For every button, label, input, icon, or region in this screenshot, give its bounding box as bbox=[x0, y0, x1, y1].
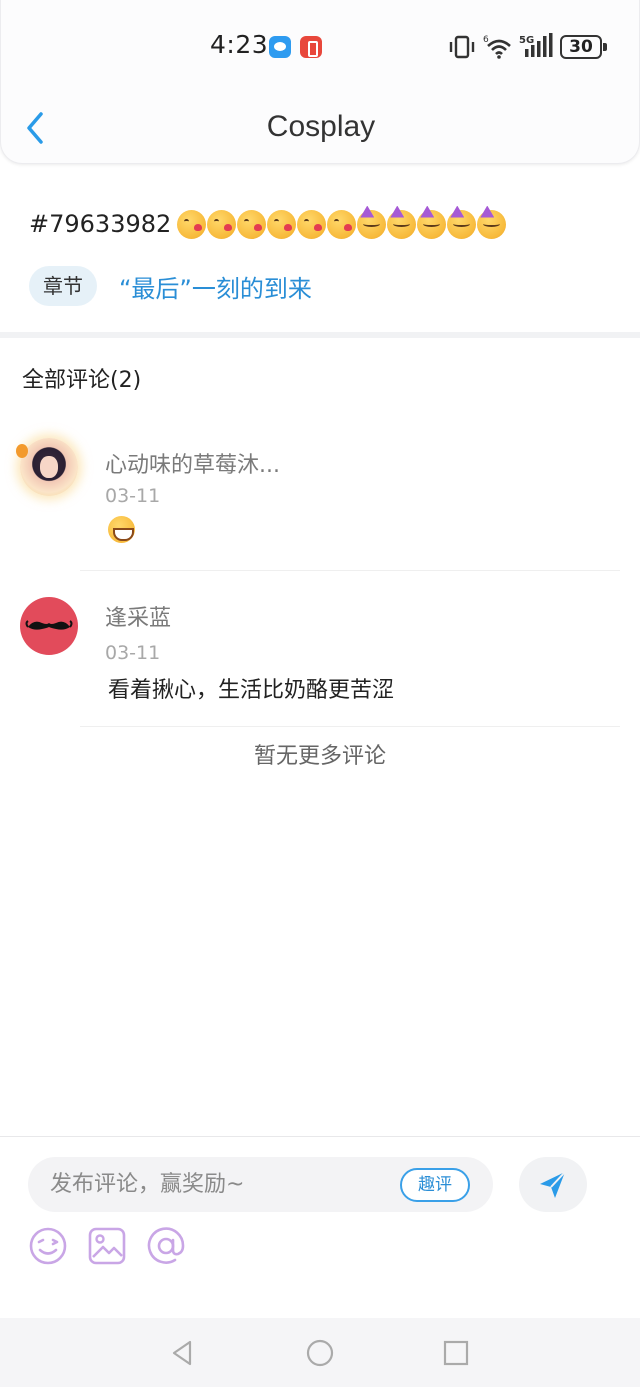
top-card: 4:23 6 5G 30 Cosplay bbox=[0, 0, 640, 164]
post-id: #79633982 bbox=[29, 210, 172, 238]
battery-level: 30 bbox=[569, 37, 593, 57]
svg-text:6: 6 bbox=[483, 35, 489, 45]
comment-item: 心动味的草莓沐... 03-11 bbox=[0, 420, 640, 570]
chapter-row: 章节 “最后”一刻的到来 bbox=[29, 265, 312, 307]
comment-divider bbox=[80, 570, 620, 571]
kissing-face-icon bbox=[297, 209, 327, 239]
page-title: Cosplay bbox=[266, 110, 376, 143]
grinning-face-icon bbox=[108, 516, 135, 543]
comment-item: 逢采蓝 03-11 看着揪心，生活比奶酪更苦涩 bbox=[0, 580, 640, 726]
back-triangle-icon[interactable] bbox=[168, 1338, 198, 1368]
send-icon bbox=[540, 1171, 566, 1198]
comment-date: 03-11 bbox=[105, 485, 161, 507]
kissing-face-icon bbox=[207, 209, 237, 239]
status-bar: 4:23 6 5G 30 bbox=[1, 22, 640, 72]
input-panel: 趣评 bbox=[0, 1136, 640, 1318]
section-divider bbox=[0, 332, 640, 338]
comment-date: 03-11 bbox=[105, 642, 161, 664]
home-circle-icon[interactable] bbox=[305, 1338, 335, 1368]
image-icon[interactable] bbox=[87, 1226, 127, 1266]
comment-divider bbox=[80, 726, 620, 727]
comment-username[interactable]: 心动味的草莓沐... bbox=[105, 447, 280, 479]
status-time: 4:23 bbox=[210, 30, 269, 59]
recents-square-icon[interactable] bbox=[441, 1338, 471, 1368]
signal-5g-icon: 5G bbox=[519, 33, 553, 57]
svg-text:5G: 5G bbox=[519, 35, 534, 46]
kissing-face-icon bbox=[327, 209, 357, 239]
mention-icon[interactable] bbox=[146, 1226, 186, 1266]
chapter-link[interactable]: “最后”一刻的到来 bbox=[119, 269, 312, 304]
battery-icon: 30 bbox=[560, 35, 607, 59]
kissing-face-icon bbox=[237, 209, 267, 239]
send-button[interactable] bbox=[519, 1157, 587, 1212]
message-notification-icon bbox=[269, 36, 291, 58]
comment-body bbox=[108, 516, 135, 549]
kissing-face-icon bbox=[267, 209, 297, 239]
anime-girl-avatar[interactable] bbox=[16, 438, 78, 496]
no-more-comments: 暂无更多评论 bbox=[253, 744, 386, 769]
post-id-line: #79633982 bbox=[29, 206, 507, 242]
header: Cosplay bbox=[1, 96, 640, 164]
kissing-face-icon bbox=[177, 209, 207, 239]
post-section: #79633982 章节 “最后”一刻的到来 bbox=[0, 188, 640, 332]
comments-title: 全部评论(2) bbox=[22, 368, 142, 393]
partying-face-icon bbox=[417, 209, 447, 239]
mustache-icon bbox=[25, 620, 73, 630]
mustache-avatar[interactable] bbox=[20, 597, 78, 655]
partying-face-icon bbox=[447, 209, 477, 239]
emoji-row bbox=[177, 209, 507, 239]
system-nav-bar bbox=[0, 1318, 640, 1387]
vibrate-icon bbox=[449, 35, 475, 59]
partying-face-icon bbox=[387, 209, 417, 239]
comment-body: 看着揪心，生活比奶酪更苦涩 bbox=[108, 678, 395, 703]
app-notification-icon bbox=[300, 36, 322, 58]
partying-face-icon bbox=[357, 209, 387, 239]
wifi-6-icon: 6 bbox=[483, 35, 511, 59]
comment-username[interactable]: 逢采蓝 bbox=[105, 600, 171, 632]
quping-button[interactable]: 趣评 bbox=[400, 1168, 470, 1202]
chapter-tag: 章节 bbox=[29, 266, 97, 306]
partying-face-icon bbox=[477, 209, 507, 239]
emoji-icon[interactable] bbox=[28, 1226, 68, 1266]
